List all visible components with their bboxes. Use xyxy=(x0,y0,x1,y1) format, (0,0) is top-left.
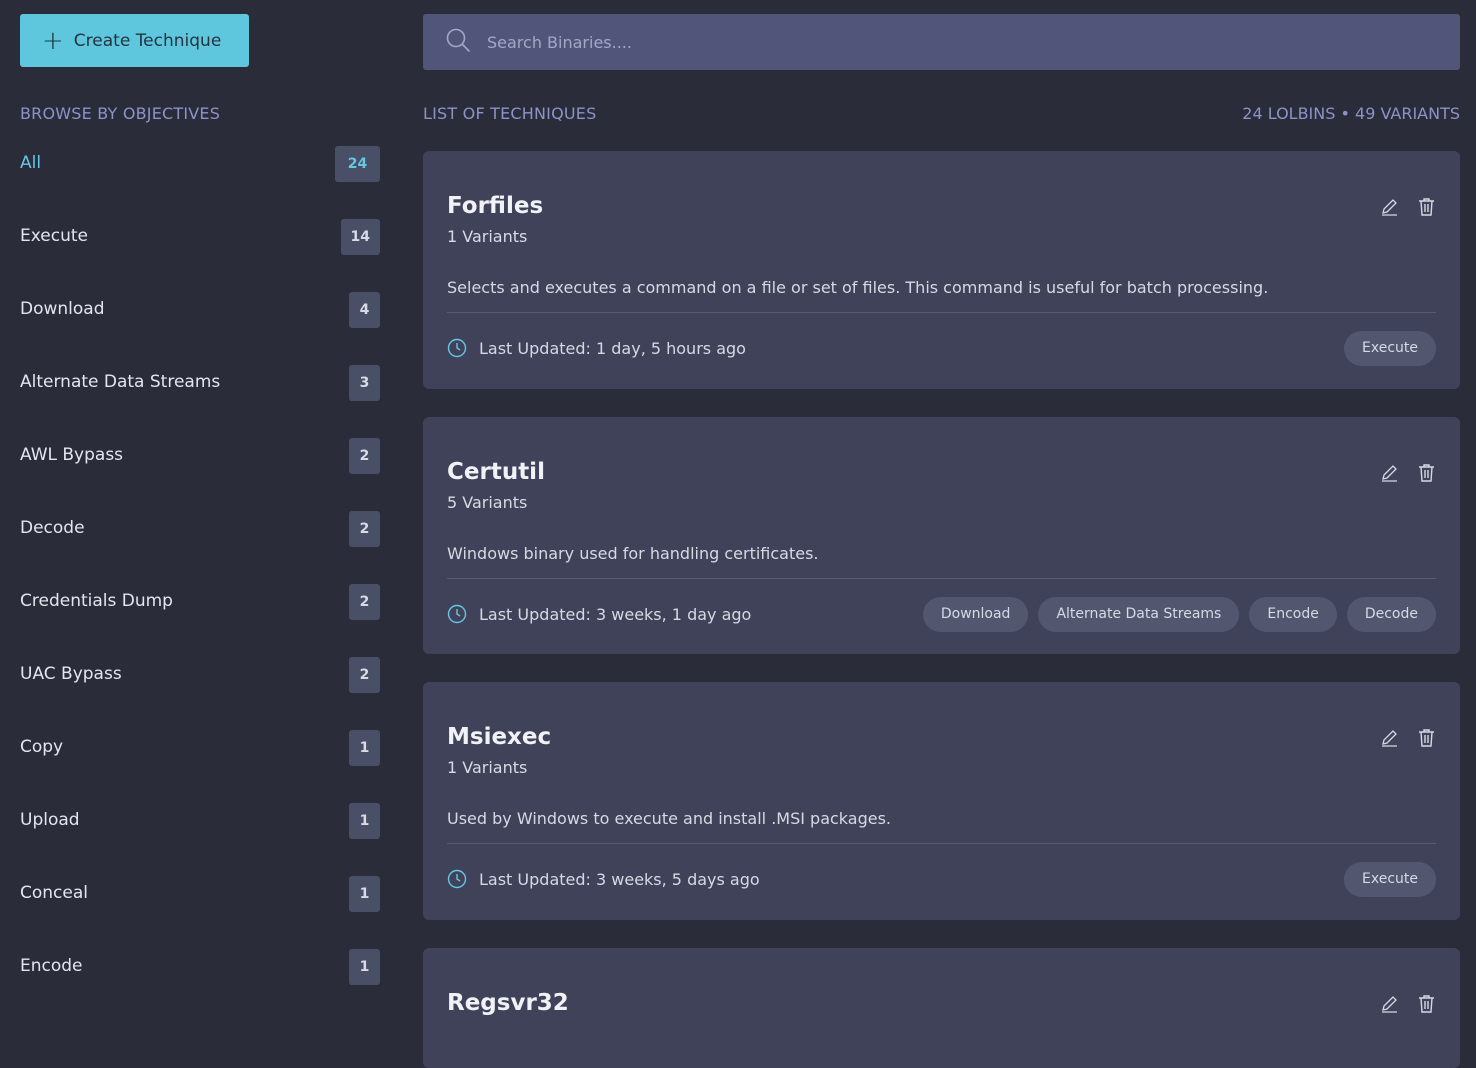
tag-list: Execute xyxy=(1344,330,1436,366)
edit-icon[interactable] xyxy=(1380,463,1399,482)
variant-count: 5 Variants xyxy=(447,493,528,512)
last-updated-text: Last Updated: 3 weeks, 1 day ago xyxy=(479,604,752,624)
search-bar xyxy=(423,14,1460,70)
objective-item-copy[interactable]: Copy 1 xyxy=(20,725,380,798)
objective-label: Conceal xyxy=(20,883,88,903)
objective-label: Copy xyxy=(20,737,64,757)
search-icon xyxy=(445,27,471,57)
last-updated: Last Updated: 1 day, 5 hours ago xyxy=(447,338,746,358)
objective-item-encode[interactable]: Encode 1 xyxy=(20,944,380,1017)
technique-title: Forfiles xyxy=(447,193,544,219)
tag-decode[interactable]: Decode xyxy=(1346,596,1436,632)
tag-execute[interactable]: Execute xyxy=(1344,330,1436,366)
technique-description: Selects and executes a command on a file… xyxy=(447,278,1436,313)
objective-count-badge: 1 xyxy=(349,876,380,912)
variant-count: 1 Variants xyxy=(447,758,528,777)
technique-stats: 24 LOLBINS • 49 VARIANTS xyxy=(1242,104,1460,123)
plus-icon: + xyxy=(42,25,64,56)
card-actions xyxy=(1380,197,1436,216)
variant-count: 1 Variants xyxy=(447,227,528,246)
clock-icon xyxy=(447,604,467,624)
technique-title: Regsvr32 xyxy=(447,990,569,1016)
delete-icon[interactable] xyxy=(1417,197,1436,216)
objective-count-badge: 2 xyxy=(349,511,380,547)
objective-count-badge: 2 xyxy=(349,438,380,474)
objective-item-download[interactable]: Download 4 xyxy=(20,287,380,360)
objective-count-badge: 3 xyxy=(349,365,380,401)
clock-icon xyxy=(447,869,467,889)
objective-list: All 24 Execute 14 Download 4 Alternate D… xyxy=(20,141,380,1017)
edit-icon[interactable] xyxy=(1380,197,1399,216)
tag-encode[interactable]: Encode xyxy=(1249,596,1337,632)
objective-item-upload[interactable]: Upload 1 xyxy=(20,798,380,871)
delete-icon[interactable] xyxy=(1417,728,1436,747)
tag-download[interactable]: Download xyxy=(922,596,1029,632)
objective-label: Execute xyxy=(20,226,88,246)
technique-description: Used by Windows to execute and install .… xyxy=(447,809,1436,844)
create-technique-label: Create Technique xyxy=(73,30,222,51)
main-content: LIST OF TECHNIQUES 24 LOLBINS • 49 VARIA… xyxy=(423,14,1460,1068)
objective-count-badge: 1 xyxy=(349,803,380,839)
list-header: LIST OF TECHNIQUES 24 LOLBINS • 49 VARIA… xyxy=(423,104,1460,123)
objective-item-all[interactable]: All 24 xyxy=(20,141,380,214)
objective-item-conceal[interactable]: Conceal 1 xyxy=(20,871,380,944)
card-footer: Last Updated: 1 day, 5 hours ago Execute xyxy=(447,313,1436,383)
last-updated-text: Last Updated: 1 day, 5 hours ago xyxy=(479,338,746,358)
technique-card[interactable]: Msiexec 1 Variants Used by Windows to ex… xyxy=(423,682,1460,920)
last-updated: Last Updated: 3 weeks, 1 day ago xyxy=(447,604,751,624)
objective-label: Credentials Dump xyxy=(20,591,173,611)
objective-item-execute[interactable]: Execute 14 xyxy=(20,214,380,287)
technique-title: Msiexec xyxy=(447,724,552,750)
objective-item-decode[interactable]: Decode 2 xyxy=(20,506,380,579)
card-footer: Last Updated: 3 weeks, 1 day ago Downloa… xyxy=(447,579,1436,649)
edit-icon[interactable] xyxy=(1380,994,1399,1013)
last-updated: Last Updated: 3 weeks, 5 days ago xyxy=(447,869,760,889)
objective-count-badge: 14 xyxy=(340,219,380,255)
sidebar: + Create Technique BROWSE BY OBJECTIVES … xyxy=(20,14,380,1017)
objective-count-badge: 1 xyxy=(349,730,380,766)
objective-label: Upload xyxy=(20,810,80,830)
list-title: LIST OF TECHNIQUES xyxy=(423,104,597,123)
tag-alternate-data-streams[interactable]: Alternate Data Streams xyxy=(1038,596,1240,632)
objective-label: AWL Bypass xyxy=(20,445,124,465)
edit-icon[interactable] xyxy=(1380,728,1399,747)
tag-list: Execute xyxy=(1344,861,1436,897)
delete-icon[interactable] xyxy=(1417,994,1436,1013)
technique-title: Certutil xyxy=(447,459,545,485)
objective-count-badge: 24 xyxy=(335,146,380,182)
search-input[interactable] xyxy=(485,31,1385,53)
objective-item-uac-bypass[interactable]: UAC Bypass 2 xyxy=(20,652,380,725)
technique-card[interactable]: Regsvr32 xyxy=(423,948,1460,1068)
browse-objectives-heading: BROWSE BY OBJECTIVES xyxy=(20,104,221,123)
objective-label: Encode xyxy=(20,956,83,976)
objective-item-alternate-data-streams[interactable]: Alternate Data Streams 3 xyxy=(20,360,380,433)
objective-label: Decode xyxy=(20,518,85,538)
objective-label: Download xyxy=(20,299,105,319)
clock-icon xyxy=(447,338,467,358)
objective-count-badge: 2 xyxy=(349,657,380,693)
card-actions xyxy=(1380,728,1436,747)
tag-list: Download Alternate Data Streams Encode D… xyxy=(922,596,1436,632)
card-actions xyxy=(1380,994,1436,1013)
create-technique-button[interactable]: + Create Technique xyxy=(20,14,249,67)
objective-count-badge: 4 xyxy=(349,292,380,328)
objective-label: All xyxy=(20,153,42,173)
technique-card[interactable]: Certutil 5 Variants Windows binary used … xyxy=(423,417,1460,654)
card-actions xyxy=(1380,463,1436,482)
technique-description: Windows binary used for handling certifi… xyxy=(447,544,1436,579)
tag-execute[interactable]: Execute xyxy=(1344,861,1436,897)
objective-label: Alternate Data Streams xyxy=(20,372,221,392)
objective-count-badge: 1 xyxy=(349,949,380,985)
card-footer: Last Updated: 3 weeks, 5 days ago Execut… xyxy=(447,844,1436,914)
last-updated-text: Last Updated: 3 weeks, 5 days ago xyxy=(479,869,760,889)
objective-item-awl-bypass[interactable]: AWL Bypass 2 xyxy=(20,433,380,506)
technique-card[interactable]: Forfiles 1 Variants Selects and executes… xyxy=(423,151,1460,389)
delete-icon[interactable] xyxy=(1417,463,1436,482)
objective-count-badge: 2 xyxy=(349,584,380,620)
objective-label: UAC Bypass xyxy=(20,664,122,684)
objective-item-credentials-dump[interactable]: Credentials Dump 2 xyxy=(20,579,380,652)
